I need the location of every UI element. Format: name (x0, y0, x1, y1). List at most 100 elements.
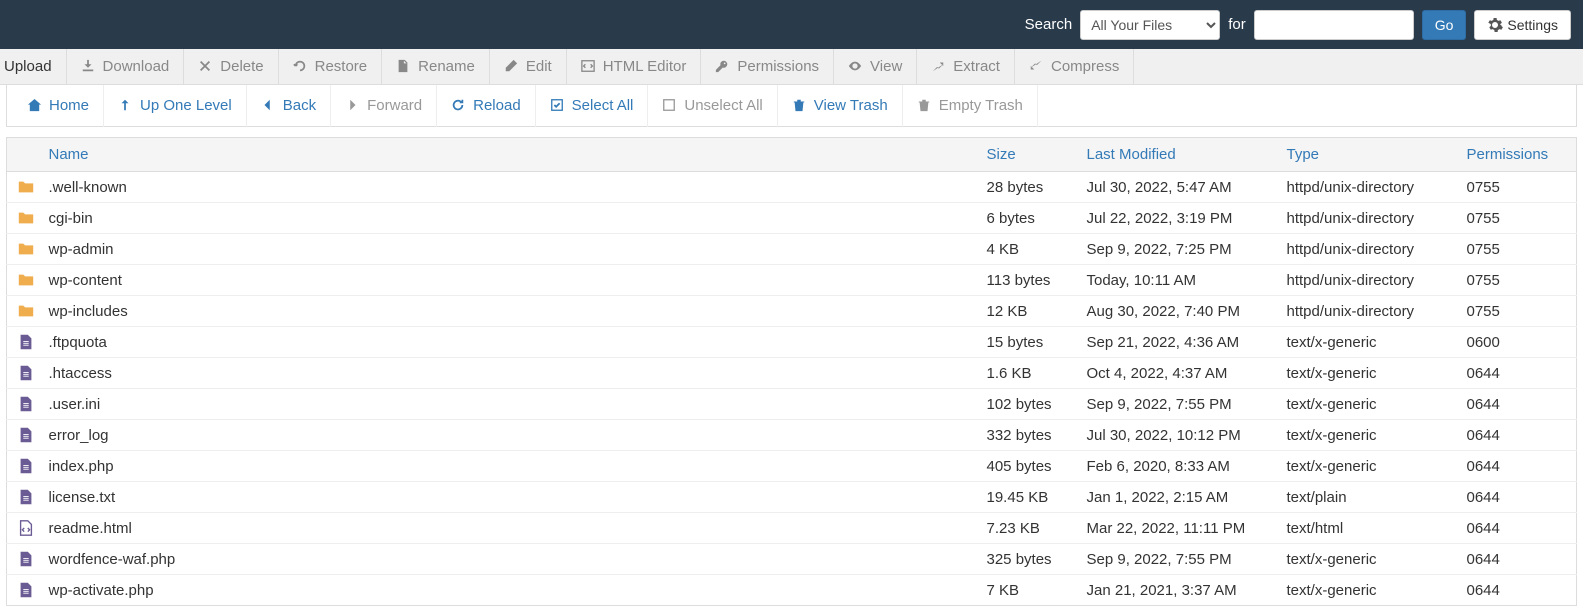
delete-button[interactable]: Delete (184, 49, 278, 85)
restore-button[interactable]: Restore (279, 49, 383, 85)
table-row[interactable]: error_log332 bytesJul 30, 2022, 10:12 PM… (7, 420, 1577, 451)
cell-perm: 0755 (1457, 296, 1577, 327)
cell-modified: Aug 30, 2022, 7:40 PM (1077, 296, 1277, 327)
view-button[interactable]: View (834, 49, 917, 85)
gear-icon (1487, 17, 1503, 33)
cell-size: 6 bytes (977, 203, 1077, 234)
cell-name: wp-content (39, 265, 977, 296)
home-link[interactable]: Home (13, 85, 104, 127)
forward-link[interactable]: Forward (331, 85, 437, 127)
link-label: Up One Level (140, 97, 232, 114)
upload-button[interactable]: Upload (4, 49, 67, 85)
view-icon (848, 59, 864, 75)
go-button[interactable]: Go (1422, 10, 1467, 40)
cell-type: httpd/unix-directory (1277, 265, 1457, 296)
table-row[interactable]: wordfence-waf.php325 bytesSep 9, 2022, 7… (7, 544, 1577, 575)
unselect-all-link[interactable]: Unselect All (648, 85, 777, 127)
cell-size: 332 bytes (977, 420, 1077, 451)
trash-link[interactable]: View Trash (778, 85, 903, 127)
col-permissions[interactable]: Permissions (1457, 138, 1577, 172)
compress-button[interactable]: Compress (1015, 49, 1134, 85)
col-type[interactable]: Type (1277, 138, 1457, 172)
download-button[interactable]: Download (67, 49, 185, 85)
cell-perm: 0644 (1457, 544, 1577, 575)
table-row[interactable]: wp-admin4 KBSep 9, 2022, 7:25 PMhttpd/un… (7, 234, 1577, 265)
empty-trash-icon (917, 98, 933, 114)
unselect-all-icon (662, 98, 678, 114)
cell-type: text/x-generic (1277, 451, 1457, 482)
rename-button[interactable]: Rename (382, 49, 490, 85)
search-scope-select[interactable]: All Your Files (1080, 10, 1220, 40)
cell-modified: Mar 22, 2022, 11:11 PM (1077, 513, 1277, 544)
cell-type: httpd/unix-directory (1277, 172, 1457, 203)
cell-name: wp-admin (39, 234, 977, 265)
cell-type: text/html (1277, 513, 1457, 544)
cell-type: text/x-generic (1277, 420, 1457, 451)
cell-type: text/x-generic (1277, 544, 1457, 575)
cell-size: 325 bytes (977, 544, 1077, 575)
cell-size: 102 bytes (977, 389, 1077, 420)
table-row[interactable]: .well-known28 bytesJul 30, 2022, 5:47 AM… (7, 172, 1577, 203)
extract-button[interactable]: Extract (917, 49, 1015, 85)
action-toolbar: UploadDownloadDeleteRestoreRenameEditHTM… (0, 49, 1583, 85)
file-icon (17, 488, 39, 506)
table-row[interactable]: cgi-bin6 bytesJul 22, 2022, 3:19 PMhttpd… (7, 203, 1577, 234)
search-input[interactable] (1254, 10, 1414, 40)
table-row[interactable]: license.txt19.45 KBJan 1, 2022, 2:15 AMt… (7, 482, 1577, 513)
folder-icon (17, 209, 39, 227)
cell-modified: Sep 9, 2022, 7:25 PM (1077, 234, 1277, 265)
table-row[interactable]: .ftpquota15 bytesSep 21, 2022, 4:36 AMte… (7, 327, 1577, 358)
table-row[interactable]: .user.ini102 bytesSep 9, 2022, 7:55 PMte… (7, 389, 1577, 420)
up-link[interactable]: Up One Level (104, 85, 247, 127)
col-modified[interactable]: Last Modified (1077, 138, 1277, 172)
cell-perm: 0755 (1457, 234, 1577, 265)
cell-name: index.php (39, 451, 977, 482)
cell-perm: 0644 (1457, 389, 1577, 420)
folder-icon (17, 302, 39, 320)
file-icon (17, 426, 39, 444)
file-icon (17, 581, 39, 599)
header-bar: Search All Your Files for Go Settings (0, 0, 1583, 49)
link-label: Select All (572, 97, 634, 114)
col-name[interactable]: Name (39, 138, 977, 172)
cell-name: readme.html (39, 513, 977, 544)
file-icon (17, 364, 39, 382)
col-size[interactable]: Size (977, 138, 1077, 172)
table-header-row: Name Size Last Modified Type Permissions (7, 138, 1577, 172)
cell-type: text/plain (1277, 482, 1457, 513)
reload-link[interactable]: Reload (437, 85, 536, 127)
table-row[interactable]: index.php405 bytesFeb 6, 2020, 8:33 AMte… (7, 451, 1577, 482)
cell-type: text/x-generic (1277, 389, 1457, 420)
cell-modified: Feb 6, 2020, 8:33 AM (1077, 451, 1277, 482)
file-table: Name Size Last Modified Type Permissions… (6, 137, 1577, 606)
cell-modified: Sep 9, 2022, 7:55 PM (1077, 544, 1277, 575)
cell-size: 15 bytes (977, 327, 1077, 358)
trash-icon (792, 98, 808, 114)
back-link[interactable]: Back (247, 85, 331, 127)
permissions-button[interactable]: Permissions (701, 49, 834, 85)
col-icon (7, 138, 39, 172)
reload-icon (451, 98, 467, 114)
cell-perm: 0755 (1457, 172, 1577, 203)
file-icon (17, 457, 39, 475)
edit-button[interactable]: Edit (490, 49, 567, 85)
html-editor-button[interactable]: HTML Editor (567, 49, 702, 85)
rename-icon (396, 59, 412, 75)
link-label: Forward (367, 97, 422, 114)
cell-size: 405 bytes (977, 451, 1077, 482)
cell-type: text/x-generic (1277, 327, 1457, 358)
settings-label: Settings (1507, 17, 1558, 33)
table-row[interactable]: wp-includes12 KBAug 30, 2022, 7:40 PMhtt… (7, 296, 1577, 327)
cell-name: .ftpquota (39, 327, 977, 358)
select-all-link[interactable]: Select All (536, 85, 649, 127)
table-row[interactable]: .htaccess1.6 KBOct 4, 2022, 4:37 AMtext/… (7, 358, 1577, 389)
settings-button[interactable]: Settings (1474, 10, 1571, 40)
empty-trash-link[interactable]: Empty Trash (903, 85, 1038, 127)
table-row[interactable]: readme.html7.23 KBMar 22, 2022, 11:11 PM… (7, 513, 1577, 544)
cell-size: 7 KB (977, 575, 1077, 606)
table-row[interactable]: wp-activate.php7 KBJan 21, 2021, 3:37 AM… (7, 575, 1577, 606)
cell-type: httpd/unix-directory (1277, 234, 1457, 265)
delete-icon (198, 59, 214, 75)
cell-type: httpd/unix-directory (1277, 296, 1457, 327)
table-row[interactable]: wp-content113 bytesToday, 10:11 AMhttpd/… (7, 265, 1577, 296)
